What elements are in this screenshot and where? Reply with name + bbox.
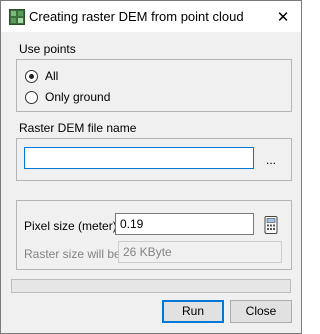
pixel-size-label: Pixel size (meter)	[24, 219, 117, 233]
title-bar: Creating raster DEM from point cloud ✕	[1, 1, 301, 32]
radio-only-ground-button[interactable]	[25, 90, 38, 104]
radio-all[interactable]: All	[25, 69, 58, 83]
radio-selected-dot	[29, 73, 34, 79]
window-title: Creating raster DEM from point cloud	[29, 9, 244, 24]
pixel-size-input[interactable]: 0.19	[115, 213, 254, 235]
radio-all-label: All	[45, 69, 59, 83]
radio-all-button[interactable]	[25, 69, 38, 83]
raster-file-label: Raster DEM file name	[19, 121, 137, 135]
raster-size-label: Raster size will be	[24, 247, 121, 261]
raster-file-input[interactable]	[24, 147, 254, 169]
use-points-group: All Only ground	[16, 59, 292, 112]
calculator-icon[interactable]	[264, 216, 278, 234]
close-button[interactable]: Close	[230, 300, 292, 323]
raster-size-output: 26 KByte	[118, 241, 282, 263]
progress-bar	[11, 279, 291, 293]
dialog-window: Creating raster DEM from point cloud ✕ U…	[0, 0, 302, 334]
run-button[interactable]: Run	[162, 300, 224, 323]
radio-only-ground[interactable]: Only ground	[25, 90, 110, 104]
browse-button[interactable]: ...	[261, 151, 281, 171]
dem-app-icon	[9, 9, 25, 25]
close-icon[interactable]: ✕	[265, 1, 301, 32]
radio-only-ground-label: Only ground	[45, 90, 111, 104]
use-points-label: Use points	[19, 42, 76, 56]
